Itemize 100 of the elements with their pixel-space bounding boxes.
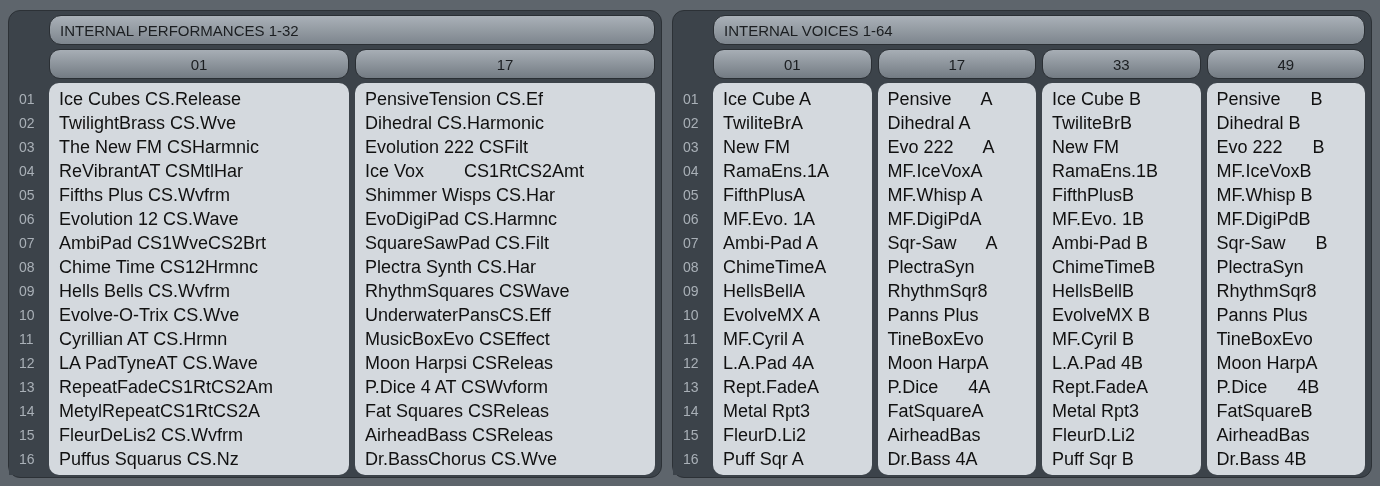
patch-name[interactable]: EvolveMX B — [1052, 303, 1201, 327]
patch-name[interactable]: HellsBellB — [1052, 279, 1201, 303]
patch-name[interactable]: AirheadBas — [887, 423, 1036, 447]
patch-name[interactable]: Dihedral A — [887, 111, 1036, 135]
patch-name[interactable]: ReVibrantAT CSMtlHar — [59, 159, 349, 183]
patch-name[interactable]: ChimeTimeA — [723, 255, 872, 279]
column-header[interactable]: 17 — [355, 49, 655, 79]
patch-name[interactable]: MF.Whisp A — [887, 183, 1036, 207]
patch-name[interactable]: Evo 222 A — [887, 135, 1036, 159]
patch-name[interactable]: Chime Time CS12Hrmnc — [59, 255, 349, 279]
patch-name[interactable]: RhythmSquares CSWave — [365, 279, 655, 303]
patch-name[interactable]: Hells Bells CS.Wvfrm — [59, 279, 349, 303]
patch-name[interactable]: Moon Harpsi CSReleas — [365, 351, 655, 375]
patch-name[interactable]: ChimeTimeB — [1052, 255, 1201, 279]
patch-name[interactable]: RepeatFadeCS1RtCS2Am — [59, 375, 349, 399]
patch-name[interactable]: Evolve-O-Trix CS.Wve — [59, 303, 349, 327]
patch-name[interactable]: Panns Plus — [1216, 303, 1365, 327]
patch-name[interactable]: Ice Cube B — [1052, 87, 1201, 111]
patch-name[interactable]: Dr.Bass 4A — [887, 447, 1036, 471]
patch-name[interactable]: Fat Squares CSReleas — [365, 399, 655, 423]
patch-name[interactable]: Ice Vox CS1RtCS2Amt — [365, 159, 655, 183]
patch-name[interactable]: Dihedral CS.Harmonic — [365, 111, 655, 135]
patch-name[interactable]: MF.Evo. 1B — [1052, 207, 1201, 231]
patch-name[interactable]: Dr.Bass 4B — [1216, 447, 1365, 471]
patch-name[interactable]: Plectra Synth CS.Har — [365, 255, 655, 279]
patch-name[interactable]: Shimmer Wisps CS.Har — [365, 183, 655, 207]
patch-name[interactable]: PensiveTension CS.Ef — [365, 87, 655, 111]
patch-name[interactable]: Puffus Squarus CS.Nz — [59, 447, 349, 471]
patch-name[interactable]: FifthPlusA — [723, 183, 872, 207]
patch-name[interactable]: AmbiPad CS1WveCS2Brt — [59, 231, 349, 255]
patch-name[interactable]: MF.Evo. 1A — [723, 207, 872, 231]
patch-name[interactable]: Cyrillian AT CS.Hrmn — [59, 327, 349, 351]
patch-name[interactable]: RamaEns.1B — [1052, 159, 1201, 183]
patch-name[interactable]: MF.IceVoxB — [1216, 159, 1365, 183]
patch-name[interactable]: MF.Whisp B — [1216, 183, 1365, 207]
patch-name[interactable]: New FM — [1052, 135, 1201, 159]
patch-name[interactable]: MF.Cyril B — [1052, 327, 1201, 351]
patch-name[interactable]: Puff Sqr B — [1052, 447, 1201, 471]
patch-name[interactable]: MF.DigiPdA — [887, 207, 1036, 231]
patch-name[interactable]: UnderwaterPansCS.Eff — [365, 303, 655, 327]
patch-name[interactable]: MusicBoxEvo CSEffect — [365, 327, 655, 351]
patch-name[interactable]: HellsBellA — [723, 279, 872, 303]
patch-name[interactable]: Fifths Plus CS.Wvfrm — [59, 183, 349, 207]
patch-name[interactable]: TineBoxEvo — [1216, 327, 1365, 351]
patch-name[interactable]: Moon HarpA — [1216, 351, 1365, 375]
column-header[interactable]: 17 — [877, 49, 1036, 79]
patch-name[interactable]: EvoDigiPad CS.Harmnc — [365, 207, 655, 231]
patch-name[interactable]: Evolution 12 CS.Wave — [59, 207, 349, 231]
patch-name[interactable]: MetylRepeatCS1RtCS2A — [59, 399, 349, 423]
patch-name[interactable]: Sqr-Saw B — [1216, 231, 1365, 255]
patch-name[interactable]: Ice Cube A — [723, 87, 872, 111]
patch-name[interactable]: TwiliteBrA — [723, 111, 872, 135]
patch-name[interactable]: New FM — [723, 135, 872, 159]
patch-name[interactable]: Sqr-Saw A — [887, 231, 1036, 255]
patch-name[interactable]: P.Dice 4B — [1216, 375, 1365, 399]
patch-name[interactable]: EvolveMX A — [723, 303, 872, 327]
patch-name[interactable]: Pensive B — [1216, 87, 1365, 111]
patch-name[interactable]: Puff Sqr A — [723, 447, 872, 471]
patch-name[interactable]: SquareSawPad CS.Filt — [365, 231, 655, 255]
patch-name[interactable]: Metal Rpt3 — [1052, 399, 1201, 423]
patch-name[interactable]: RamaEns.1A — [723, 159, 872, 183]
patch-name[interactable]: RhythmSqr8 — [1216, 279, 1365, 303]
patch-name[interactable]: TineBoxEvo — [887, 327, 1036, 351]
patch-name[interactable]: TwiliteBrB — [1052, 111, 1201, 135]
patch-name[interactable]: PlectraSyn — [1216, 255, 1365, 279]
patch-name[interactable]: L.A.Pad 4B — [1052, 351, 1201, 375]
patch-name[interactable]: FatSquareB — [1216, 399, 1365, 423]
patch-name[interactable]: Rept.FadeA — [723, 375, 872, 399]
patch-name[interactable]: Ambi-Pad A — [723, 231, 872, 255]
patch-name[interactable]: Evolution 222 CSFilt — [365, 135, 655, 159]
patch-name[interactable]: Panns Plus — [887, 303, 1036, 327]
column-header[interactable]: 01 — [49, 49, 349, 79]
patch-name[interactable]: Pensive A — [887, 87, 1036, 111]
patch-name[interactable]: FatSquareA — [887, 399, 1036, 423]
patch-name[interactable]: FifthPlusB — [1052, 183, 1201, 207]
patch-name[interactable]: Ice Cubes CS.Release — [59, 87, 349, 111]
patch-name[interactable]: FleurDeLis2 CS.Wvfrm — [59, 423, 349, 447]
patch-name[interactable]: AirheadBas — [1216, 423, 1365, 447]
patch-name[interactable]: L.A.Pad 4A — [723, 351, 872, 375]
patch-name[interactable]: MF.IceVoxA — [887, 159, 1036, 183]
column-header[interactable]: 33 — [1042, 49, 1201, 79]
patch-name[interactable]: The New FM CSHarmnic — [59, 135, 349, 159]
patch-name[interactable]: Dr.BassChorus CS.Wve — [365, 447, 655, 471]
patch-name[interactable]: Rept.FadeA — [1052, 375, 1201, 399]
patch-name[interactable]: AirheadBass CSReleas — [365, 423, 655, 447]
patch-name[interactable]: MF.Cyril A — [723, 327, 872, 351]
patch-name[interactable]: RhythmSqr8 — [887, 279, 1036, 303]
patch-name[interactable]: Ambi-Pad B — [1052, 231, 1201, 255]
column-header[interactable]: 49 — [1206, 49, 1365, 79]
patch-name[interactable]: P.Dice 4A — [887, 375, 1036, 399]
patch-name[interactable]: FleurD.Li2 — [723, 423, 872, 447]
column-header[interactable]: 01 — [713, 49, 872, 79]
patch-name[interactable]: PlectraSyn — [887, 255, 1036, 279]
patch-name[interactable]: MF.DigiPdB — [1216, 207, 1365, 231]
patch-name[interactable]: P.Dice 4 AT CSWvform — [365, 375, 655, 399]
patch-name[interactable]: LA PadTyneAT CS.Wave — [59, 351, 349, 375]
patch-name[interactable]: TwilightBrass CS.Wve — [59, 111, 349, 135]
patch-name[interactable]: Moon HarpA — [887, 351, 1036, 375]
patch-name[interactable]: FleurD.Li2 — [1052, 423, 1201, 447]
patch-name[interactable]: Evo 222 B — [1216, 135, 1365, 159]
